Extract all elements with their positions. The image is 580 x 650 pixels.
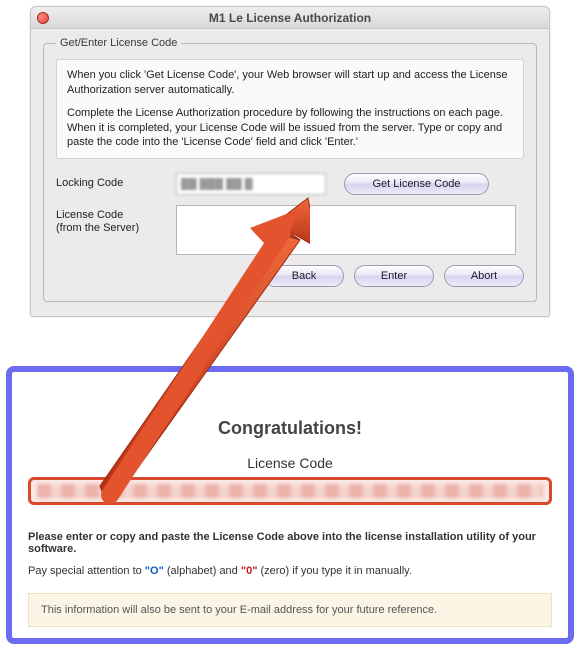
o-zero: "0" xyxy=(241,565,258,577)
license-code-blurred xyxy=(37,484,543,498)
locking-code-input[interactable] xyxy=(176,173,326,195)
get-license-code-button[interactable]: Get License Code xyxy=(344,173,489,195)
window-title: M1 Le License Authorization xyxy=(31,11,549,25)
license-code-input[interactable] xyxy=(176,205,516,255)
locking-code-row: Locking Code Get License Code xyxy=(56,173,524,195)
license-dialog: M1 Le License Authorization Get/Enter Li… xyxy=(30,6,550,317)
titlebar: M1 Le License Authorization xyxy=(31,7,549,29)
license-code-row: License Code (from the Server) xyxy=(56,205,524,255)
attention-line: Pay special attention to "O" (alphabet) … xyxy=(28,565,552,577)
abort-button[interactable]: Abort xyxy=(444,265,524,287)
enter-button[interactable]: Enter xyxy=(354,265,434,287)
license-group: Get/Enter License Code When you click 'G… xyxy=(43,37,537,302)
instructions-p2: Complete the License Authorization proce… xyxy=(67,106,513,151)
dialog-body: Get/Enter License Code When you click 'G… xyxy=(31,29,549,316)
instructions-box: When you click 'Get License Code', your … xyxy=(56,59,524,159)
license-code-label: License Code (from the Server) xyxy=(56,205,166,235)
license-code-display xyxy=(28,477,552,505)
dialog-button-row: Back Enter Abort xyxy=(56,265,524,287)
license-code-heading: License Code xyxy=(28,455,552,471)
paste-instruction: Please enter or copy and paste the Licen… xyxy=(28,531,552,555)
email-note: This information will also be sent to yo… xyxy=(28,593,552,627)
locking-code-label: Locking Code xyxy=(56,173,166,190)
instructions-p1: When you click 'Get License Code', your … xyxy=(67,68,513,98)
o-alphabet: "O" xyxy=(145,565,164,577)
zero-note: (zero) if you type it in manually. xyxy=(257,565,411,577)
congrats-title: Congratulations! xyxy=(28,418,552,439)
group-legend: Get/Enter License Code xyxy=(56,37,181,49)
congratulations-panel: Congratulations! License Code Please ent… xyxy=(6,366,574,644)
attention-pre: Pay special attention to xyxy=(28,565,145,577)
alpha-note: (alphabet) and xyxy=(164,565,241,577)
back-button[interactable]: Back xyxy=(264,265,344,287)
